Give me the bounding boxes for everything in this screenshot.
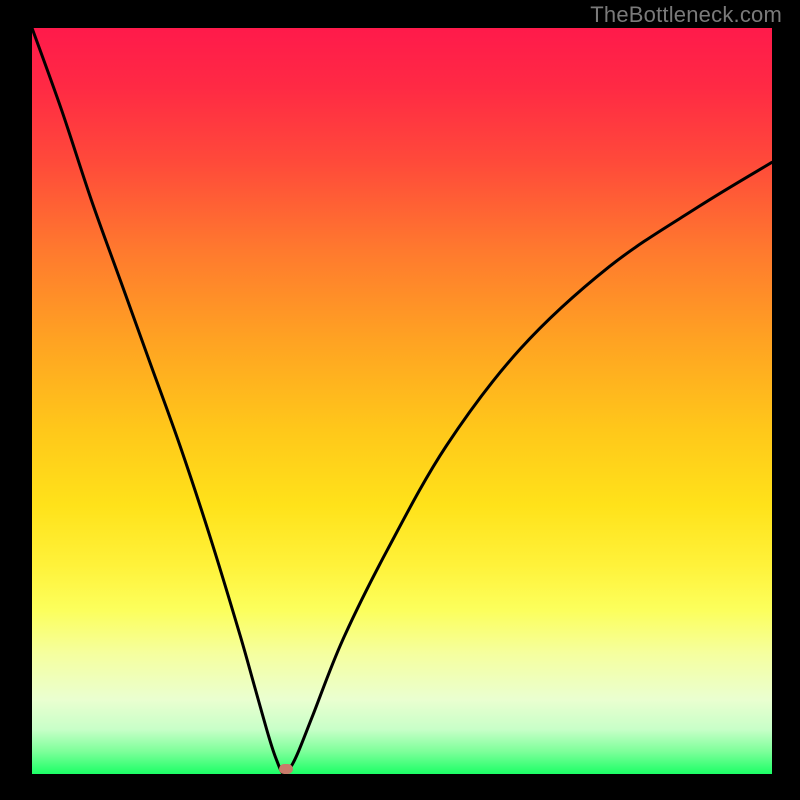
chart-frame: TheBottleneck.com — [0, 0, 800, 800]
optimal-marker — [279, 764, 293, 774]
curve-svg — [32, 28, 772, 774]
watermark-text: TheBottleneck.com — [590, 2, 782, 28]
plot-area — [32, 28, 772, 774]
bottleneck-curve — [32, 28, 772, 774]
